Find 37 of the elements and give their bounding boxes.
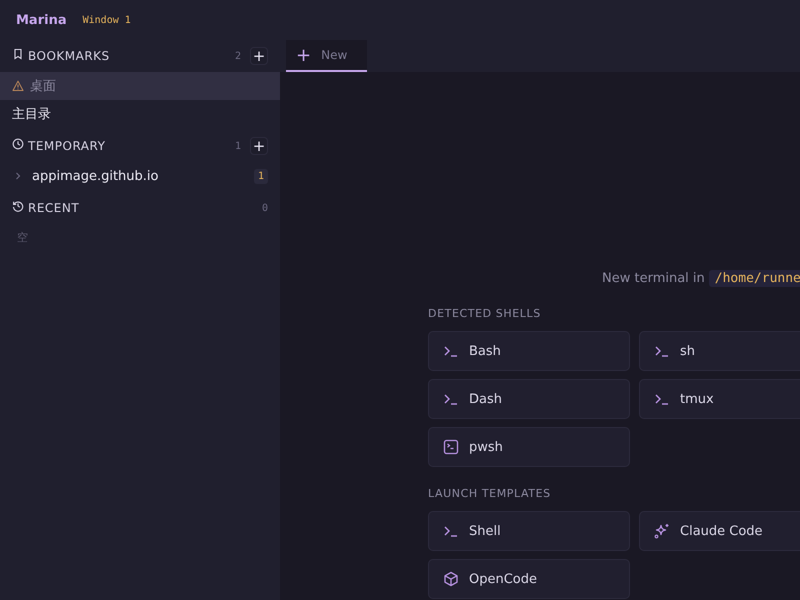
sidebar-item[interactable]: appimage.github.io 1	[0, 162, 280, 190]
add-button[interactable]: +	[250, 137, 268, 155]
section-title: TEMPORARY	[28, 139, 106, 153]
window-label: Window 1	[82, 14, 131, 26]
launch-card[interactable]: Claude Code	[639, 511, 800, 551]
plus-icon: +	[296, 44, 312, 66]
count-badge: 1	[254, 168, 268, 184]
section-title: RECENT	[28, 201, 80, 215]
launch-card[interactable]: pwsh	[428, 427, 630, 467]
sparkle-icon	[654, 523, 670, 539]
group-title: LAUNCH TEMPLATES	[428, 487, 552, 500]
app-name: Marina	[16, 12, 67, 28]
launch-card[interactable]: Shell	[428, 511, 630, 551]
tab[interactable]: + New	[286, 40, 368, 72]
count-label: 2	[234, 50, 241, 62]
sidebar-item[interactable]: 主目录	[0, 100, 280, 128]
launch-card[interactable]: Bash	[428, 331, 630, 371]
sidebar-item[interactable]: 桌面	[0, 72, 280, 100]
history-icon	[12, 200, 24, 212]
path-label: /home/runne	[708, 270, 800, 287]
launch-card[interactable]: Dash	[428, 379, 630, 419]
section-title: BOOKMARKS	[28, 49, 110, 63]
terminal-window-icon	[443, 439, 459, 455]
launch-card[interactable]: tmux	[639, 379, 800, 419]
group-title: DETECTED SHELLS	[428, 307, 542, 320]
bookmark-icon	[12, 48, 24, 60]
warning-icon	[12, 80, 24, 92]
count-label: 1	[234, 140, 241, 152]
launch-card[interactable]: sh	[639, 331, 800, 371]
launch-card[interactable]: OpenCode	[428, 559, 630, 599]
count-label: 0	[262, 202, 268, 214]
add-button[interactable]: +	[250, 47, 268, 65]
clock-icon	[12, 138, 24, 150]
empty-label: 空	[16, 230, 29, 246]
cube-icon	[443, 571, 459, 587]
chevron-icon	[14, 171, 22, 181]
prompt-text: New terminal in	[602, 271, 705, 286]
